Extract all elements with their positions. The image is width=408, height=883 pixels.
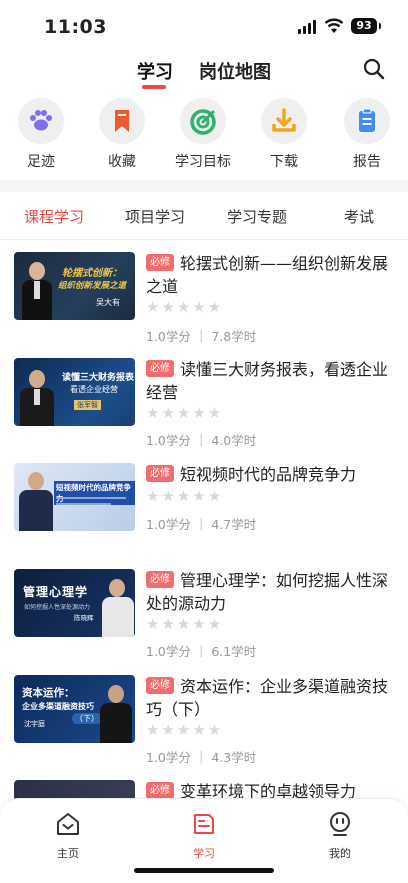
thumb-subtitle: 看透企业经营: [70, 385, 118, 394]
tab-position-map[interactable]: 岗位地图: [199, 58, 271, 84]
sub-tabs: 课程学习 项目学习 学习专题 考试: [0, 192, 408, 240]
course-thumbnail: 管理心理学 如何挖掘人性深处源动力 陈晓辉: [14, 569, 135, 637]
home-icon: [57, 813, 79, 835]
quick-action-label: 下载: [270, 154, 298, 170]
clipboard-icon: [344, 98, 390, 144]
wifi-icon: [324, 18, 344, 33]
rating-stars: ★★★★★: [146, 298, 224, 316]
quick-action-label: 报告: [353, 154, 381, 170]
thumb-subtitle: 如何挖掘人性深处源动力: [24, 604, 91, 611]
course-title: 管理心理学：如何挖掘人性深处的源动力: [146, 571, 389, 613]
status-time: 11:03: [44, 16, 107, 38]
thumb-lecturer: 陈晓辉: [74, 614, 94, 622]
nav-home[interactable]: 主页: [33, 811, 103, 861]
course-meta: 1.0学分 ｜ 4.7学时: [146, 517, 257, 532]
course-thumbnail: 轮摆式创新： 组织创新发展之道 吴大有: [14, 252, 135, 320]
thumb-subtitle: 组织创新发展之道: [58, 281, 127, 291]
thumb-subtitle: 企业多渠道融资技巧: [22, 702, 94, 711]
nav-study[interactable]: 学习: [169, 811, 239, 861]
book-icon: [194, 814, 214, 834]
quick-action-report[interactable]: 报告: [332, 98, 402, 171]
thumb-tag: （下）: [72, 713, 102, 724]
quick-action-favorites[interactable]: 收藏: [87, 98, 157, 171]
course-title: 短视频时代的品牌竞争力: [180, 465, 357, 484]
thumb-lecturer: 吴大有: [96, 298, 120, 307]
quick-actions: 足迹 收藏 学习目标 下载 报告: [0, 98, 408, 176]
rating-stars: ★★★★★: [146, 721, 224, 739]
bookmark-icon: [99, 98, 145, 144]
signal-icon: [298, 20, 318, 34]
course-meta: 1.0学分 ｜ 4.0学时: [146, 433, 257, 448]
thumb-title: 轮摆式创新：: [62, 268, 122, 279]
home-indicator: [134, 868, 274, 873]
subtab-study-topics[interactable]: 学习专题: [227, 206, 287, 227]
course-meta: 1.0学分 ｜ 7.8学时: [146, 329, 257, 344]
rating-stars: ★★★★★: [146, 615, 224, 633]
thumb-title: 资本运作：: [22, 687, 75, 699]
quick-action-download[interactable]: 下载: [249, 98, 319, 171]
course-title: 资本运作：企业多渠道融资技巧（下）: [146, 677, 389, 719]
quick-action-label: 学习目标: [175, 154, 231, 170]
active-tab-indicator: [142, 85, 166, 89]
thumb-lecturer: 张军智: [74, 400, 101, 410]
nav-label: 学习: [193, 847, 215, 860]
subtab-course-study[interactable]: 课程学习: [24, 206, 84, 227]
quick-action-footprint[interactable]: 足迹: [6, 98, 76, 171]
course-title: 读懂三大财务报表，看透企业经营: [146, 360, 389, 402]
rating-stars: ★★★★★: [146, 404, 224, 422]
download-icon: [261, 98, 307, 144]
thumb-title: 读懂三大财务报表: [62, 373, 135, 383]
search-icon[interactable]: [362, 57, 386, 81]
tab-study[interactable]: 学习: [137, 58, 173, 84]
thumb-title: 管理心理学: [23, 585, 89, 599]
section-divider: [0, 180, 408, 192]
thumb-title: 短视频时代的品牌竞争力: [54, 481, 135, 505]
course-meta: 1.0学分 ｜ 6.1学时: [146, 644, 257, 659]
nav-label: 我的: [329, 847, 351, 860]
battery-indicator: 93: [351, 18, 381, 34]
thumb-lecturer: 沈宇庭: [24, 720, 45, 728]
profile-icon: [330, 812, 350, 836]
course-title: 轮摆式创新——组织创新发展之道: [146, 254, 389, 296]
paw-icon: [18, 98, 64, 144]
course-meta: 1.0学分 ｜ 4.3学时: [146, 750, 257, 765]
course-thumbnail: 资本运作： 企业多渠道融资技巧 （下） 沈宇庭: [14, 675, 135, 743]
course-thumbnail: 读懂三大财务报表 看透企业经营 张军智: [14, 358, 135, 426]
quick-action-label: 收藏: [108, 154, 136, 170]
status-bar: 11:03 93: [0, 0, 408, 50]
quick-action-goals[interactable]: 学习目标: [168, 98, 238, 171]
subtab-project-study[interactable]: 项目学习: [125, 206, 185, 227]
subtab-exam[interactable]: 考试: [344, 206, 374, 227]
course-thumbnail: 短视频时代的品牌竞争力: [14, 463, 135, 531]
nav-mine[interactable]: 我的: [305, 811, 375, 861]
rating-stars: ★★★★★: [146, 487, 224, 505]
target-icon: [180, 98, 226, 144]
app-page: 11:03 93 学习 岗位地图 足迹 收藏 学习目标 下载 报告 课程学习 项…: [0, 0, 408, 883]
nav-label: 主页: [57, 847, 79, 860]
quick-action-label: 足迹: [27, 154, 55, 170]
